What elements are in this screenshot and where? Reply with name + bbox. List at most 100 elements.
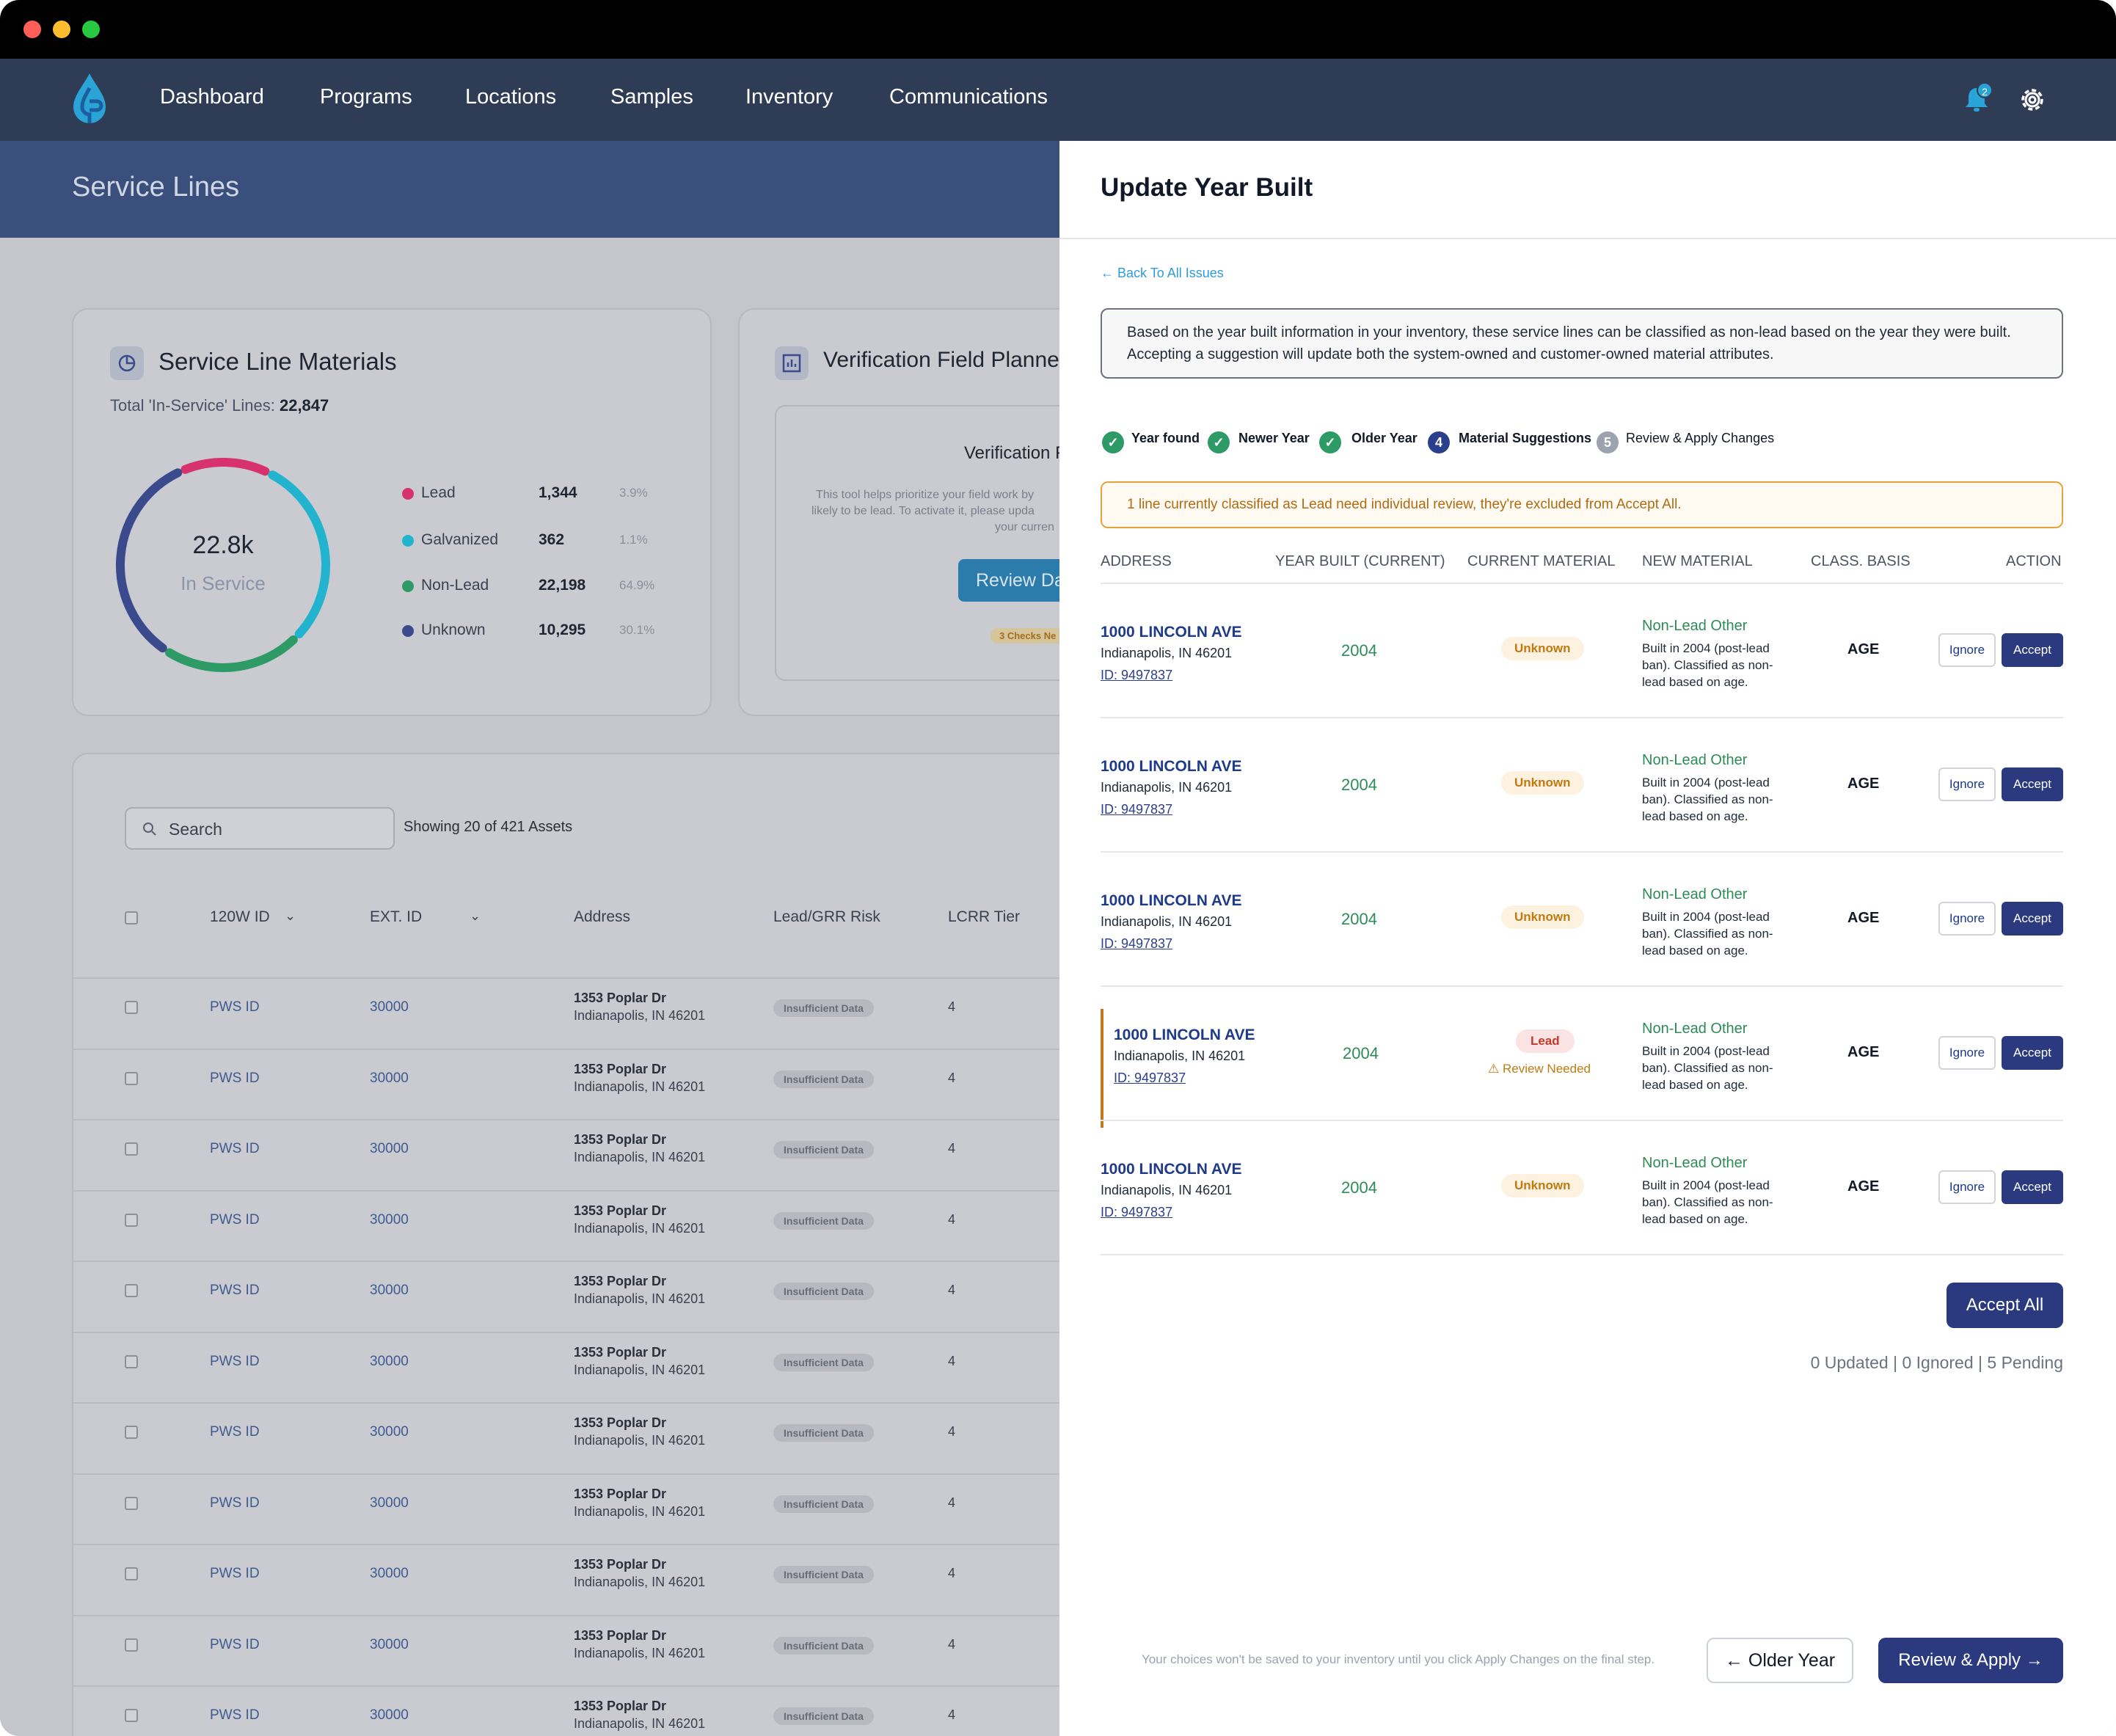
line-id-link[interactable]: ID: 9497837 [1114,1071,1186,1086]
row-checkbox[interactable] [125,1072,138,1085]
column-header: LCRR Tier [948,908,1021,925]
address-line: 1353 Poplar Dr [574,1062,667,1076]
divider [1101,717,2063,718]
ext-id-link[interactable]: 30000 [370,1071,409,1087]
address-city: Indianapolis, IN 46201 [1101,1183,1233,1197]
address-city: Indianapolis, IN 46201 [1101,780,1233,795]
accept-button[interactable]: Accept [2002,767,2063,801]
pws-id-link[interactable]: PWS ID [210,1637,260,1653]
pws-id-link[interactable]: PWS ID [210,1283,260,1299]
ext-id-link[interactable]: 30000 [370,1424,409,1440]
status-counts: 0 Updated | 0 Ignored | 5 Pending [1810,1353,2063,1372]
step-number: 4 [1428,431,1450,453]
ext-id-link[interactable]: 30000 [370,1495,409,1511]
row-checkbox[interactable] [125,1638,138,1652]
ignore-button[interactable]: Ignore [1938,1036,1996,1070]
chevron-down-icon[interactable]: ⌄ [285,908,296,924]
settings-gear-icon[interactable] [2018,85,2047,114]
accept-button[interactable]: Accept [2002,1170,2063,1204]
top-nav: Dashboard Programs Locations Samples Inv… [0,59,2116,141]
ignore-button[interactable]: Ignore [1938,633,1996,667]
ignore-button[interactable]: Ignore [1938,1170,1996,1204]
address-line: 1353 Poplar Dr [574,1557,667,1572]
ext-id-link[interactable]: 30000 [370,1212,409,1228]
line-id-link[interactable]: ID: 9497837 [1101,936,1172,952]
row-checkbox[interactable] [125,1214,138,1227]
close-window-button[interactable] [23,21,41,38]
app-logo-icon[interactable] [68,72,112,128]
column-header: CURRENT MATERIAL [1467,553,1616,569]
legend-dot [402,580,414,592]
nav-locations[interactable]: Locations [465,85,556,109]
line-id-link[interactable]: ID: 9497837 [1101,668,1172,683]
total-lines-label: Total 'In-Service' Lines: 22,847 [110,396,329,415]
legend-label: Non-Lead [421,577,489,594]
line-id-link[interactable]: ID: 9497837 [1101,802,1172,817]
nav-programs[interactable]: Programs [320,85,412,109]
pws-id-link[interactable]: PWS ID [210,1212,260,1228]
row-checkbox[interactable] [125,1497,138,1510]
tier-value: 4 [948,1637,956,1652]
legend-label: Galvanized [421,531,499,548]
row-checkbox[interactable] [125,1001,138,1014]
address-title[interactable]: 1000 LINCOLN AVE [1114,1026,1255,1044]
nav-inventory[interactable]: Inventory [745,85,833,109]
city-line: Indianapolis, IN 46201 [574,1504,706,1519]
ext-id-link[interactable]: 30000 [370,1141,409,1157]
legend-dot [402,488,414,500]
pws-id-link[interactable]: PWS ID [210,999,260,1015]
nav-communications[interactable]: Communications [889,85,1048,109]
pws-id-link[interactable]: PWS ID [210,1141,260,1157]
pws-id-link[interactable]: PWS ID [210,1424,260,1440]
ignore-button[interactable]: Ignore [1938,767,1996,801]
nav-samples[interactable]: Samples [610,85,693,109]
ignore-button[interactable]: Ignore [1938,902,1996,936]
select-all-checkbox[interactable] [125,911,138,924]
accept-all-button[interactable]: Accept All [1947,1283,2063,1328]
row-checkbox[interactable] [125,1142,138,1156]
divider [1059,238,2116,239]
accept-button[interactable]: Accept [2002,1036,2063,1070]
ext-id-link[interactable]: 30000 [370,1637,409,1653]
ext-id-link[interactable]: 30000 [370,1707,409,1724]
arrow-right-icon: → [2021,1650,2043,1670]
address-title[interactable]: 1000 LINCOLN AVE [1101,758,1242,776]
ext-id-link[interactable]: 30000 [370,999,409,1015]
minimize-window-button[interactable] [53,21,70,38]
older-year-button[interactable]: ← Older Year [1707,1638,1853,1683]
ext-id-link[interactable]: 30000 [370,1354,409,1370]
pws-id-link[interactable]: PWS ID [210,1071,260,1087]
row-checkbox[interactable] [125,1426,138,1439]
pws-id-link[interactable]: PWS ID [210,1354,260,1370]
accept-button[interactable]: Accept [2002,633,2063,667]
ext-id-link[interactable]: 30000 [370,1566,409,1582]
accept-button[interactable]: Accept [2002,902,2063,936]
notification-count-badge: 2 [1977,82,1993,98]
line-id-link[interactable]: ID: 9497837 [1101,1205,1172,1220]
address-title[interactable]: 1000 LINCOLN AVE [1101,892,1242,910]
pws-id-link[interactable]: PWS ID [210,1707,260,1724]
column-header: Lead/GRR Risk [773,908,880,925]
pws-id-link[interactable]: PWS ID [210,1495,260,1511]
column-header: ADDRESS [1101,553,1172,569]
review-apply-button[interactable]: Review & Apply → [1878,1638,2063,1683]
address-title[interactable]: 1000 LINCOLN AVE [1101,1161,1242,1178]
older-year-label: Older Year [1748,1649,1836,1671]
ext-id-link[interactable]: 30000 [370,1283,409,1299]
address-title[interactable]: 1000 LINCOLN AVE [1101,624,1242,641]
new-material-description: Built in 2004 (post-lead ban). Classifie… [1642,1178,1773,1226]
class-basis: AGE [1847,910,1880,926]
column-header[interactable]: 120W ID [210,908,270,926]
chevron-down-icon[interactable]: ⌄ [470,908,481,924]
maximize-window-button[interactable] [82,21,100,38]
review-needed-text: Review Needed [1502,1062,1591,1076]
back-to-issues-link[interactable]: ← Back To All Issues [1101,266,1224,281]
search-input[interactable]: Search [125,807,395,850]
column-header[interactable]: EXT. ID [370,908,422,926]
row-checkbox[interactable] [125,1355,138,1368]
row-checkbox[interactable] [125,1567,138,1580]
row-checkbox[interactable] [125,1709,138,1722]
pws-id-link[interactable]: PWS ID [210,1566,260,1582]
nav-dashboard[interactable]: Dashboard [160,85,264,109]
row-checkbox[interactable] [125,1284,138,1297]
